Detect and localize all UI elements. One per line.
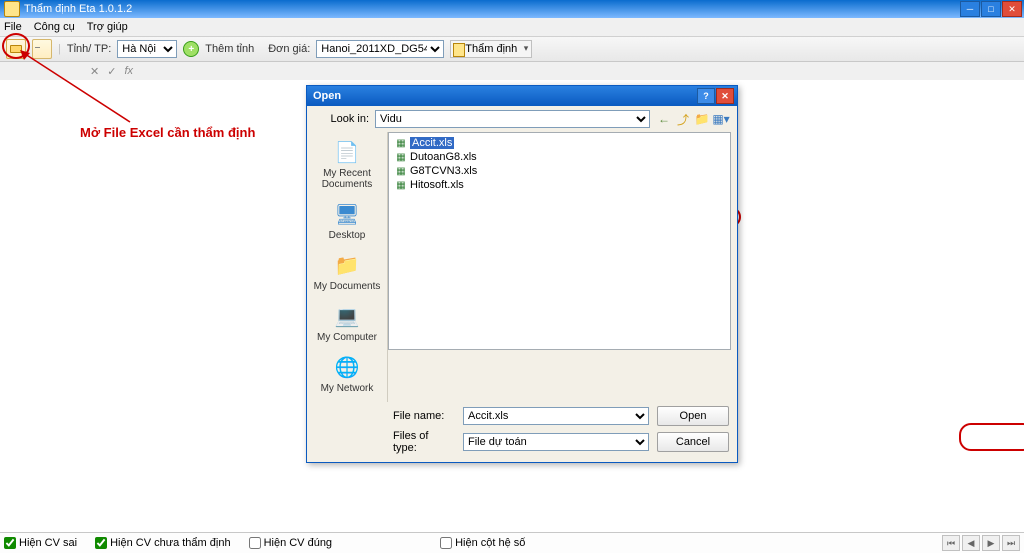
print-button[interactable] xyxy=(32,39,52,59)
filename-input[interactable]: Accit.xls xyxy=(463,407,649,425)
view-menu-icon[interactable]: ▦▾ xyxy=(713,111,729,127)
file-item[interactable]: ▦Hitosoft.xls xyxy=(395,178,724,192)
sheet-first-icon[interactable]: ⏮ xyxy=(942,535,960,551)
place-mynetwork[interactable]: 🌐 My Network xyxy=(307,351,387,394)
filetype-label: Files of type: xyxy=(393,430,455,454)
lookin-select[interactable]: Vidu xyxy=(375,110,650,128)
cancel-button[interactable]: Cancel xyxy=(657,432,729,452)
excel-file-icon: ▦ xyxy=(395,137,407,149)
sheet-prev-icon[interactable]: ◀ xyxy=(962,535,980,551)
open-dialog: Open ? ✕ Look in: Vidu ← ⤴ 📁 ▦▾ 📄 My Rec… xyxy=(306,85,738,463)
menu-tools[interactable]: Công cụ xyxy=(34,21,75,33)
excel-file-icon: ▦ xyxy=(395,151,407,163)
province-select[interactable]: Hà Nội xyxy=(117,40,177,58)
place-mydocuments[interactable]: 📁 My Documents xyxy=(307,249,387,292)
filename-label: File name: xyxy=(393,410,455,422)
menu-bar: File Công cụ Trợ giúp xyxy=(0,18,1024,37)
excel-file-icon: ▦ xyxy=(395,165,407,177)
new-folder-icon[interactable]: 📁 xyxy=(694,111,710,127)
window-title: Thẩm định Eta 1.0.1.2 xyxy=(24,3,132,15)
maximize-button[interactable]: □ xyxy=(981,1,1001,17)
menu-help[interactable]: Trợ giúp xyxy=(87,21,128,33)
places-bar: 📄 My Recent Documents 🖥 Desktop 📁 My Doc… xyxy=(307,132,388,402)
excel-file-icon: ▦ xyxy=(395,179,407,191)
province-label: Tỉnh/ TP: xyxy=(67,43,111,55)
dialog-nav-icons: ← ⤴ 📁 ▦▾ xyxy=(656,111,729,127)
open-button[interactable]: Open xyxy=(657,406,729,426)
close-button[interactable]: ✕ xyxy=(1002,1,1022,17)
unit-price-label: Đơn giá: xyxy=(268,43,310,55)
up-icon[interactable]: ⤴ xyxy=(675,111,691,127)
sheet-next-icon[interactable]: ▶ xyxy=(982,535,1000,551)
cancel-edit-icon[interactable]: ✕ xyxy=(90,65,99,78)
filetype-select[interactable]: File dự toán xyxy=(463,433,649,451)
lookin-label: Look in: xyxy=(315,113,369,125)
place-mycomputer[interactable]: 💻 My Computer xyxy=(307,300,387,343)
add-province-button[interactable]: + xyxy=(183,41,199,57)
chk-cv-sai[interactable]: Hiện CV sai xyxy=(4,537,77,549)
add-province-label: Thêm tỉnh xyxy=(205,43,254,55)
file-item[interactable]: ▦G8TCVN3.xls xyxy=(395,164,724,178)
dialog-titlebar: Open ? ✕ xyxy=(307,86,737,106)
chk-cv-dung[interactable]: Hiện CV đúng xyxy=(249,537,333,549)
chk-cot-heso[interactable]: Hiện cột hệ số xyxy=(440,537,525,549)
place-desktop[interactable]: 🖥 Desktop xyxy=(307,198,387,241)
sheet-nav: ⏮ ◀ ▶ ⏭ xyxy=(942,535,1020,551)
menu-file[interactable]: File xyxy=(4,21,22,33)
window-titlebar: Thẩm định Eta 1.0.1.2 ─ □ ✕ xyxy=(0,0,1024,18)
back-icon[interactable]: ← xyxy=(656,111,672,127)
confirm-edit-icon[interactable]: ✓ xyxy=(107,65,116,78)
unit-price-select[interactable]: Hanoi_2011XD_DG5481 xyxy=(316,40,444,58)
appraise-dropdown[interactable]: Thẩm định xyxy=(450,40,532,58)
sheet-last-icon[interactable]: ⏭ xyxy=(1002,535,1020,551)
dialog-title: Open xyxy=(313,90,341,102)
file-list[interactable]: ▦Accit.xls ▦DutoanG8.xls ▦G8TCVN3.xls ▦H… xyxy=(388,132,731,350)
dialog-help-button[interactable]: ? xyxy=(697,88,715,104)
file-item[interactable]: ▦Accit.xls xyxy=(395,136,724,150)
toolbar: | Tỉnh/ TP: Hà Nội + Thêm tỉnh Đơn giá: … xyxy=(0,37,1024,62)
chk-cv-chua[interactable]: Hiện CV chưa thẩm định xyxy=(95,537,230,549)
formula-bar: ✕ ✓ fx xyxy=(0,62,1024,81)
minimize-button[interactable]: ─ xyxy=(960,1,980,17)
open-file-button[interactable] xyxy=(6,39,26,59)
place-recent[interactable]: 📄 My Recent Documents xyxy=(307,136,387,190)
app-icon xyxy=(4,1,20,17)
fx-icon[interactable]: fx xyxy=(124,65,133,77)
annotation-text: Mở File Excel cần thẩm định xyxy=(80,125,255,140)
status-bar: Hiện CV sai Hiện CV chưa thẩm định Hiện … xyxy=(0,532,1024,553)
dialog-close-button[interactable]: ✕ xyxy=(716,88,734,104)
file-item[interactable]: ▦DutoanG8.xls xyxy=(395,150,724,164)
